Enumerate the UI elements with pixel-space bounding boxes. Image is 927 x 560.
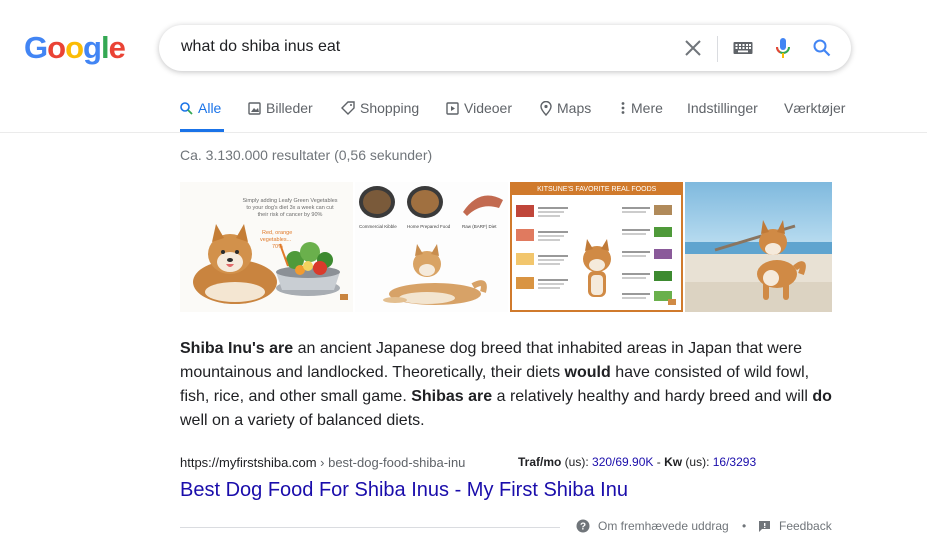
tag-icon <box>341 101 355 115</box>
tab-mere[interactable]: Mere <box>620 100 663 116</box>
tab-label: Mere <box>631 100 663 116</box>
tab-alle[interactable]: Alle <box>180 100 221 116</box>
logo-letter-g: G <box>24 30 48 65</box>
logo-letter-g2: g <box>83 30 102 65</box>
tab-label: Videoer <box>464 100 513 116</box>
close-icon[interactable] <box>681 36 705 60</box>
image-caption-line2: to your dog's diet 3x a week can cut <box>246 205 334 211</box>
seo-traf-value[interactable]: 320/69.90K <box>592 455 653 469</box>
image-caption-line5: vegetables... <box>260 237 292 243</box>
about-featured-snippets-link[interactable]: ? Om fremhævede uddrag <box>576 519 729 533</box>
image-caption-line1: Simply adding Leafy Green Vegetables <box>242 198 337 204</box>
image-title-banner: KITSUNE'S FAVORITE REAL FOODS <box>511 184 682 195</box>
image-shiba-diet-types[interactable]: Commercial Kibble Home Prepared Food Raw… <box>355 182 508 312</box>
seo-separator: - <box>653 455 665 469</box>
footer-separator: • <box>742 519 747 533</box>
logo-letter-e: e <box>108 30 126 65</box>
search-icon[interactable] <box>810 36 834 60</box>
seo-us-label: (us): <box>561 455 593 469</box>
tab-indstillinger[interactable]: Indstillinger <box>687 100 758 116</box>
tab-label: Shopping <box>360 100 420 116</box>
header-divider <box>0 132 927 133</box>
tab-label: Alle <box>198 100 222 116</box>
image-label-homefood: Home Prepared Food <box>407 224 451 229</box>
snippet-divider <box>180 527 560 528</box>
seo-kw-value[interactable]: 16/3293 <box>713 455 756 469</box>
snippet-text: well on a variety of balanced diets. <box>180 412 425 429</box>
snippet-bold: would <box>564 364 611 381</box>
tab-label: Værktøjer <box>784 100 846 116</box>
image-kitsune-foods[interactable]: KITSUNE'S FAVORITE REAL FOODS <box>509 182 684 312</box>
play-icon <box>446 101 459 115</box>
image-caption-line4: Red, orange <box>262 230 292 236</box>
google-logo[interactable]: Google <box>24 30 126 66</box>
result-title-link[interactable]: Best Dog Food For Shiba Inus - My First … <box>180 479 628 502</box>
tab-videoer[interactable]: Videoer <box>446 100 512 116</box>
about-label: Om fremhævede uddrag <box>598 519 729 533</box>
svg-text:?: ? <box>580 522 586 533</box>
tab-shopping[interactable]: Shopping <box>341 100 419 116</box>
help-icon: ? <box>576 519 590 533</box>
logo-letter-l: l <box>100 30 110 65</box>
tab-label: Billeder <box>266 100 313 116</box>
result-url[interactable]: https://myfirstshiba.com › best-dog-food… <box>180 455 465 470</box>
seo-us-label: (us): <box>682 455 713 469</box>
snippet-bold: Shibas are <box>411 388 493 405</box>
result-breadcrumb: › best-dog-food-shiba-inu <box>316 455 466 470</box>
keyboard-icon[interactable] <box>731 36 755 60</box>
tab-label: Maps <box>557 100 592 116</box>
search-box[interactable]: what do shiba inus eat <box>159 25 851 71</box>
image-label-raw: Raw (BARF) Diet <box>462 224 497 229</box>
feedback-label: Feedback <box>779 519 832 533</box>
search-icon <box>180 101 193 115</box>
tab-vaerktoejer[interactable]: Værktøjer <box>784 100 845 116</box>
search-input[interactable]: what do shiba inus eat <box>181 38 340 56</box>
tab-maps[interactable]: Maps <box>540 100 591 116</box>
seo-kw-label: Kw <box>664 455 683 469</box>
more-vert-icon <box>621 102 625 114</box>
tab-billeder[interactable]: Billeder <box>248 100 313 116</box>
seo-metrics: Traf/mo (us): 320/69.90K - Kw (us): 16/3… <box>518 455 756 469</box>
image-shiba-beach[interactable] <box>685 182 832 312</box>
featured-images: Simply adding Leafy Green Vegetables to … <box>180 182 832 312</box>
result-stats: Ca. 3.130.000 resultater (0,56 sekunder) <box>180 147 433 163</box>
search-divider <box>717 36 718 62</box>
pin-icon <box>540 100 552 116</box>
image-shiba-vegetables[interactable]: Simply adding Leafy Green Vegetables to … <box>180 182 354 312</box>
image-icon <box>248 101 261 115</box>
featured-snippet-text: Shiba Inu's are an ancient Japanese dog … <box>180 337 840 433</box>
tab-label: Indstillinger <box>687 100 758 116</box>
snippet-bold: do <box>812 388 832 405</box>
seo-traf-label: Traf/mo <box>518 455 562 469</box>
logo-letter-o2: o <box>65 30 84 65</box>
result-url-domain: https://myfirstshiba.com <box>180 455 317 470</box>
feedback-link[interactable]: Feedback <box>758 519 832 533</box>
logo-letter-o1: o <box>47 30 66 65</box>
feedback-icon <box>759 520 770 532</box>
image-label-kibble: Commercial Kibble <box>359 224 397 229</box>
snippet-bold: Shiba Inu's are <box>180 340 294 357</box>
image-caption-line3: their risk of cancer by 90% <box>258 212 323 218</box>
mic-icon[interactable] <box>771 36 795 60</box>
snippet-text: a relatively healthy and hardy breed and… <box>492 388 813 405</box>
